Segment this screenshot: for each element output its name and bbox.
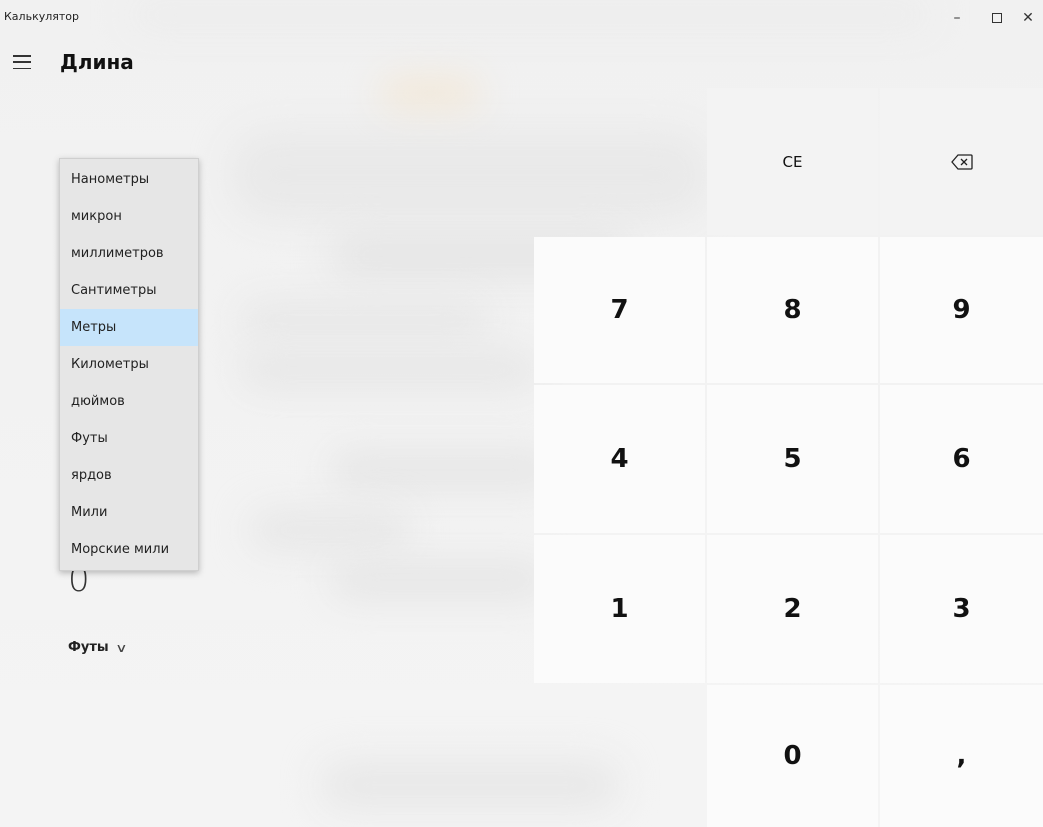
clear-entry-button[interactable]: CE (707, 88, 878, 235)
digit-9-button[interactable]: 9 (880, 237, 1043, 383)
app-title: Калькулятор (4, 10, 79, 23)
decimal-separator-button[interactable]: , (880, 685, 1043, 827)
maximize-icon (992, 13, 1002, 23)
digit-7-button[interactable]: 7 (534, 237, 705, 383)
dropdown-item-nanometers[interactable]: Нанометры (60, 161, 198, 198)
dropdown-item-miles[interactable]: Мили (60, 494, 198, 531)
unit-dropdown[interactable]: Нанометры микрон миллиметров Сантиметры … (59, 158, 199, 571)
background-blur (240, 350, 540, 390)
title-bar[interactable]: Калькулятор – ✕ (0, 0, 1043, 36)
dropdown-item-microns[interactable]: микрон (60, 198, 198, 235)
digit-1-button[interactable]: 1 (534, 535, 705, 683)
dropdown-item-millimeters[interactable]: миллиметров (60, 235, 198, 272)
minimize-button[interactable]: – (935, 2, 979, 34)
digit-6-button[interactable]: 6 (880, 385, 1043, 533)
background-blur (230, 130, 710, 220)
dropdown-item-kilometers[interactable]: Километры (60, 346, 198, 383)
close-button[interactable]: ✕ (1008, 2, 1043, 34)
backspace-icon (950, 153, 973, 170)
minimize-icon: – (953, 10, 961, 26)
digit-5-button[interactable]: 5 (707, 385, 878, 533)
dropdown-item-feet[interactable]: Футы (60, 420, 198, 457)
digit-0-button[interactable]: 0 (707, 685, 878, 827)
digit-8-button[interactable]: 8 (707, 237, 878, 383)
background-blur (330, 450, 560, 490)
dropdown-item-nautical-miles[interactable]: Морские мили (60, 531, 198, 568)
page-title: Длина (60, 50, 134, 74)
calculator-window: Калькулятор – ✕ Длина 0 Футы ∨ Нанометры… (0, 0, 1043, 827)
dropdown-item-inches[interactable]: дюймов (60, 383, 198, 420)
background-blur (330, 560, 550, 600)
chevron-down-icon: ∨ (114, 640, 128, 655)
background-blur (320, 760, 620, 810)
dropdown-item-yards[interactable]: ярдов (60, 457, 198, 494)
close-icon: ✕ (1022, 10, 1034, 26)
unit-selector-label: Футы (68, 640, 109, 655)
dropdown-item-meters[interactable]: Метры (60, 309, 198, 346)
background-blur (250, 510, 410, 550)
dropdown-item-centimeters[interactable]: Сантиметры (60, 272, 198, 309)
background-blur (240, 300, 490, 340)
hamburger-icon[interactable] (13, 55, 31, 69)
unit-selector[interactable]: Футы ∨ (68, 640, 128, 655)
digit-2-button[interactable]: 2 (707, 535, 878, 683)
digit-4-button[interactable]: 4 (534, 385, 705, 533)
backspace-button[interactable] (880, 88, 1043, 235)
background-blur (380, 78, 480, 108)
digit-3-button[interactable]: 3 (880, 535, 1043, 683)
